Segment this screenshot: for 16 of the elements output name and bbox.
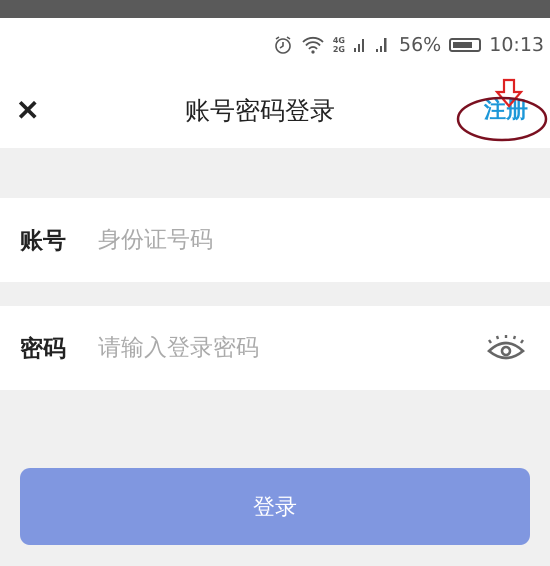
wifi-icon bbox=[300, 35, 325, 55]
password-field[interactable]: 密码 请输入登录密码 bbox=[0, 306, 550, 390]
eye-icon[interactable] bbox=[486, 334, 526, 362]
network-type-label: 2G bbox=[332, 45, 345, 54]
battery-percent: 56% bbox=[399, 34, 442, 56]
account-input[interactable]: 身份证号码 bbox=[96, 226, 526, 254]
close-button[interactable]: ✕ bbox=[16, 94, 76, 126]
battery-icon bbox=[449, 38, 482, 52]
alarm-icon bbox=[272, 35, 293, 55]
clock-time: 10:13 bbox=[489, 34, 544, 56]
field-label: 账号 bbox=[20, 226, 67, 256]
password-input[interactable]: 请输入登录密码 bbox=[96, 334, 486, 362]
network-type-label: 4G bbox=[332, 36, 345, 45]
account-field[interactable]: 账号 身份证号码 bbox=[0, 198, 550, 282]
page-title: 账号密码登录 bbox=[184, 94, 336, 126]
field-label: 密码 bbox=[20, 334, 67, 364]
